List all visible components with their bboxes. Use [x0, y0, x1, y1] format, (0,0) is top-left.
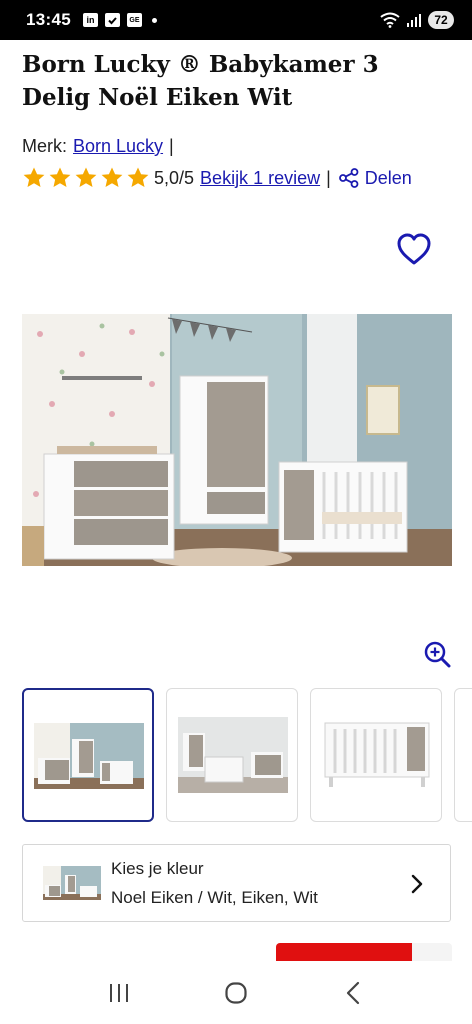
thumbnail-2[interactable]: [166, 688, 298, 822]
thumbnail-gallery: [22, 688, 472, 822]
review-link[interactable]: Bekijk 1 review: [200, 168, 320, 189]
brand-link[interactable]: Born Lucky: [73, 136, 163, 157]
thumbnail-1[interactable]: [22, 688, 154, 822]
secondary-button[interactable]: [412, 943, 452, 961]
rating-value: 5,0/5: [154, 167, 195, 188]
brand-separator: |: [169, 136, 174, 156]
check-icon: [104, 13, 120, 27]
status-bar: 13:45 in GE 72: [0, 0, 472, 40]
wifi-icon: [380, 12, 400, 28]
star-icon: [75, 167, 97, 187]
color-swatch-image: [43, 866, 101, 900]
status-time: 13:45: [26, 10, 71, 29]
heart-icon: [397, 233, 431, 265]
chevron-right-icon: [411, 874, 423, 894]
rating-stars: [22, 166, 150, 190]
dot-icon: [151, 17, 157, 23]
thumbnail-3[interactable]: [310, 688, 442, 822]
notification-icons: in GE: [82, 13, 157, 27]
star-icon: [23, 167, 45, 187]
system-navigation-bar: [0, 961, 472, 1024]
back-icon: [347, 981, 360, 1004]
rating-separator: |: [326, 167, 331, 188]
system-icons: 72: [380, 11, 454, 29]
zoom-button[interactable]: [423, 640, 451, 668]
favorite-button[interactable]: [396, 232, 432, 266]
star-icon: [127, 167, 149, 187]
recent-apps-icon: [109, 983, 128, 1002]
home-icon: [225, 981, 247, 1004]
star-icon: [101, 167, 123, 187]
share-icon: [338, 168, 359, 188]
color-value: Noel Eiken / Wit, Eiken, Wit: [111, 887, 318, 907]
recent-apps-button[interactable]: [99, 973, 139, 1013]
signal-icon: [407, 14, 421, 27]
color-label: Kies je kleur: [111, 858, 204, 878]
battery-icon: 72: [428, 11, 454, 29]
back-button[interactable]: [333, 973, 373, 1013]
zoom-in-icon: [424, 641, 451, 668]
share-label: Delen: [364, 167, 412, 188]
rating-row: 5,0/5 Bekijk 1 review | Delen: [22, 166, 412, 190]
product-image[interactable]: [22, 314, 452, 568]
brand-label: Merk:: [22, 136, 67, 156]
add-to-cart-button[interactable]: [276, 943, 412, 961]
star-icon: [49, 167, 71, 187]
brand-row: Merk: Born Lucky |: [22, 136, 174, 157]
share-button[interactable]: Delen: [338, 167, 412, 189]
color-text: Kies je kleur Noel Eiken / Wit, Eiken, W…: [111, 859, 318, 908]
product-title: Born Lucky ® Babykamer 3 Delig Noël Eike…: [22, 51, 379, 111]
color-selector[interactable]: Kies je kleur Noel Eiken / Wit, Eiken, W…: [22, 844, 451, 922]
ge-icon: GE: [126, 13, 142, 27]
linkedin-icon: in: [82, 13, 98, 27]
thumbnail-4[interactable]: [454, 688, 472, 822]
home-button[interactable]: [216, 973, 256, 1013]
